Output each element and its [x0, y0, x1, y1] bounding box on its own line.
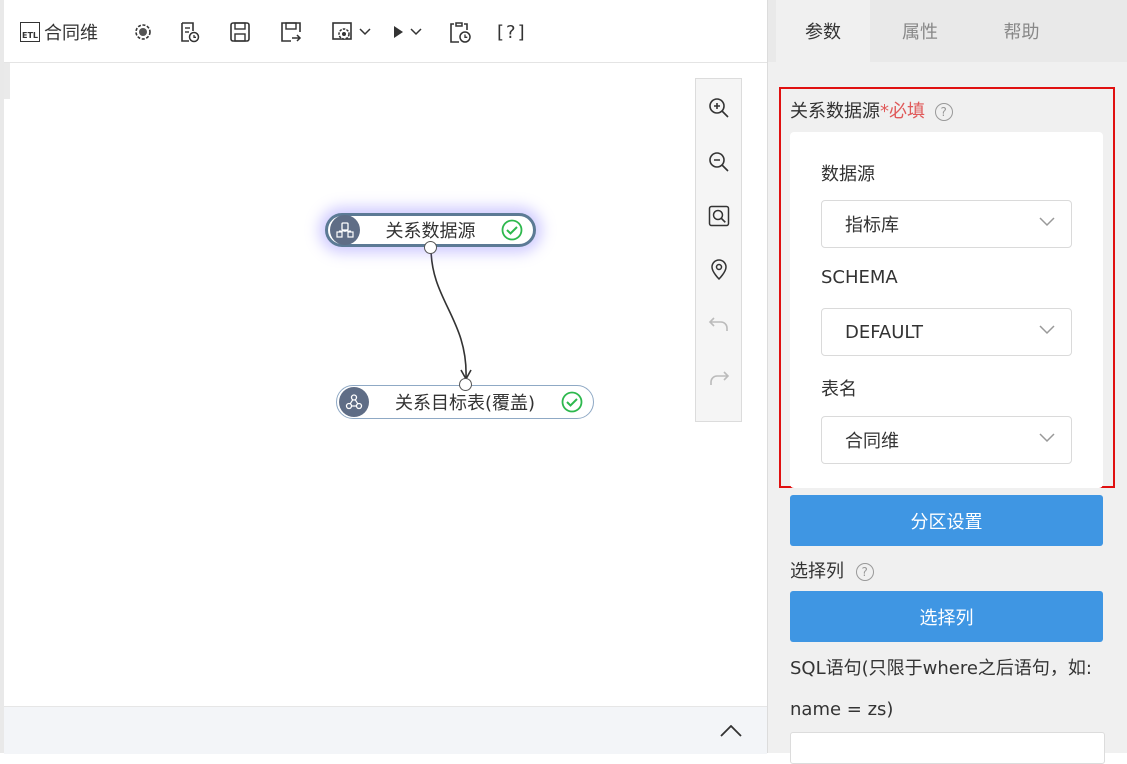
select-columns-button[interactable]: 选择列: [790, 591, 1103, 642]
schema-value: DEFAULT: [845, 321, 923, 343]
success-check-icon: [501, 219, 523, 241]
table-value: 合同维: [845, 431, 899, 452]
tab-params[interactable]: 参数: [776, 0, 870, 62]
location-pin-icon: [711, 259, 727, 281]
chevron-down-icon: [1039, 325, 1055, 335]
zoom-out-button[interactable]: [707, 150, 731, 174]
select-columns-label: 选择列: [790, 561, 844, 582]
datasource-value: 指标库: [845, 215, 899, 236]
redo-button[interactable]: [707, 366, 731, 390]
fit-view-button[interactable]: [707, 204, 731, 228]
chevron-down-icon: [1039, 217, 1055, 227]
chevron-up-icon[interactable]: [720, 725, 742, 737]
node-label: 关系目标表(覆盖): [394, 393, 536, 414]
output-port[interactable]: [424, 241, 437, 254]
undo-button[interactable]: [707, 312, 731, 336]
schema-label: SCHEMA: [821, 267, 898, 288]
zoom-in-button[interactable]: [707, 96, 731, 120]
zoom-out-icon: [709, 152, 729, 172]
table-select[interactable]: 合同维: [821, 416, 1072, 464]
database-icon: [330, 215, 360, 245]
target-graph-icon: [339, 387, 369, 417]
partition-settings-button[interactable]: 分区设置: [790, 495, 1103, 546]
zoom-in-icon: [709, 98, 729, 118]
section-title: 关系数据源: [790, 101, 880, 122]
fit-view-icon: [708, 205, 730, 227]
edge-connector: [430, 247, 472, 381]
chevron-down-icon: [1039, 433, 1055, 443]
success-check-icon: [561, 391, 583, 413]
undo-icon: [708, 317, 728, 331]
sql-where-input[interactable]: [790, 732, 1105, 764]
sql-label-line2: name = zs): [790, 699, 894, 720]
redo-icon: [710, 371, 730, 385]
locate-button[interactable]: [707, 258, 731, 282]
tab-help[interactable]: 帮助: [970, 0, 1073, 62]
section-title-row: 关系数据源*必填 ?: [790, 97, 953, 123]
table-label: 表名: [821, 379, 857, 400]
input-port[interactable]: [459, 378, 472, 391]
node-label: 关系数据源: [385, 221, 476, 242]
help-circle-icon[interactable]: ?: [855, 563, 874, 581]
schema-select[interactable]: DEFAULT: [821, 308, 1072, 356]
help-circle-icon[interactable]: ?: [934, 103, 953, 121]
sql-label-line1: SQL语句(只限于where之后语句，如:: [790, 658, 1092, 679]
datasource-select[interactable]: 指标库: [821, 200, 1072, 248]
tab-properties[interactable]: 属性: [870, 0, 970, 62]
canvas-tool-panel: [695, 78, 742, 422]
select-columns-row: 选择列 ?: [790, 557, 874, 583]
bottom-panel-bar: [4, 706, 767, 754]
required-mark: *必填: [880, 101, 925, 122]
datasource-label: 数据源: [821, 164, 875, 185]
